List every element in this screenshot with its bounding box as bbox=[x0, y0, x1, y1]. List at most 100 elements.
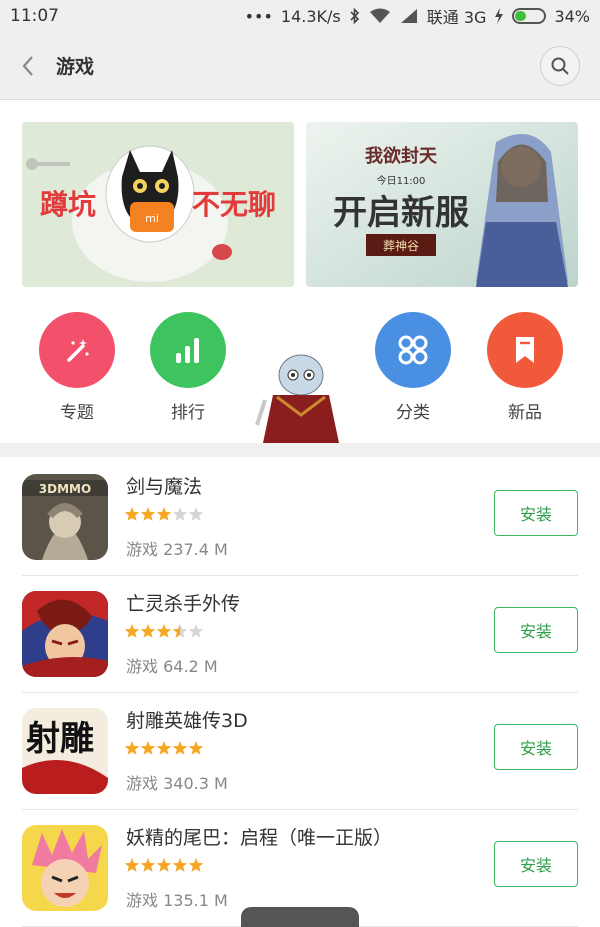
mascot-image bbox=[255, 345, 347, 443]
app-icon bbox=[22, 825, 108, 911]
star-icon bbox=[172, 624, 188, 638]
app-icon bbox=[22, 591, 108, 677]
star-icon bbox=[124, 741, 140, 755]
app-size: 340.3 M bbox=[163, 774, 228, 793]
rating-stars bbox=[124, 857, 204, 873]
wifi-icon bbox=[369, 8, 390, 23]
star-icon bbox=[172, 741, 188, 755]
star-icon bbox=[156, 741, 172, 755]
bar-chart-icon bbox=[176, 338, 199, 363]
app-category: 游戏 bbox=[126, 657, 159, 676]
status-right: ••• 14.3K/s 联通 3G 34% bbox=[245, 4, 590, 28]
shortcut-new[interactable]: 新品 bbox=[485, 312, 565, 423]
star-icon bbox=[188, 858, 204, 872]
app-meta: 游戏 340.3 M bbox=[126, 770, 228, 794]
app-name: 妖精的尾巴：启程（唯一正版） bbox=[126, 827, 393, 849]
star-icon bbox=[188, 741, 204, 755]
magic-wand-icon bbox=[67, 339, 89, 362]
star-icon bbox=[124, 507, 140, 521]
app-icon-text: 射雕 bbox=[26, 719, 94, 759]
status-bar: 11:07 ••• 14.3K/s 联通 3G 34% bbox=[0, 0, 600, 32]
app-list-item[interactable]: 射雕 射雕英雄传3D 游戏 340.3 M 安装 bbox=[22, 694, 578, 810]
promo-banner-2[interactable]: 我欲封天 今日11:00 开启新服 葬神谷 bbox=[306, 122, 578, 287]
search-button[interactable] bbox=[540, 46, 580, 86]
bluetooth-icon bbox=[350, 7, 359, 25]
star-icon bbox=[140, 507, 156, 521]
app-size: 135.1 M bbox=[163, 891, 228, 910]
star-icon bbox=[188, 624, 204, 638]
app-list-item[interactable]: 亡灵杀手外传 游戏 64.2 M 安装 bbox=[22, 577, 578, 693]
app-meta: 游戏 237.4 M bbox=[126, 536, 228, 560]
grid-circles-icon bbox=[398, 335, 428, 365]
app-icon: 射雕 bbox=[22, 708, 108, 794]
app-size: 237.4 M bbox=[163, 540, 228, 559]
star-icon bbox=[172, 507, 188, 521]
shortcut-topics-label: 专题 bbox=[60, 403, 94, 423]
page-title: 游戏 bbox=[56, 56, 95, 78]
back-button[interactable] bbox=[0, 32, 56, 100]
banner-2-server: 葬神谷 bbox=[383, 239, 419, 253]
section-divider bbox=[0, 443, 600, 457]
shortcut-new-label: 新品 bbox=[508, 403, 542, 423]
chevron-left-icon bbox=[22, 55, 33, 76]
shortcut-ranking[interactable]: 排行 bbox=[148, 312, 228, 423]
star-icon bbox=[140, 741, 156, 755]
banner-1-text-right: 不无聊 bbox=[192, 188, 276, 221]
game-logo: 我欲封天 bbox=[365, 145, 438, 167]
banner-2-subtitle: 今日11:00 bbox=[377, 174, 426, 187]
shortcut-categories[interactable]: 分类 bbox=[373, 312, 453, 423]
star-icon bbox=[140, 858, 156, 872]
star-icon bbox=[156, 507, 172, 521]
battery-icon bbox=[512, 8, 547, 24]
star-icon bbox=[188, 507, 204, 521]
bookmark-icon bbox=[516, 337, 534, 363]
install-button[interactable]: 安装 bbox=[494, 607, 578, 653]
star-icon bbox=[172, 858, 188, 872]
shortcut-categories-circle bbox=[375, 312, 451, 388]
promo-banner-1[interactable]: mi 蹲坑 不无聊 bbox=[22, 122, 294, 287]
app-icon: 3DMMO bbox=[22, 474, 108, 560]
install-button[interactable]: 安装 bbox=[494, 490, 578, 536]
bottom-handle[interactable] bbox=[241, 907, 359, 927]
shortcut-categories-label: 分类 bbox=[396, 403, 430, 423]
app-category: 游戏 bbox=[126, 540, 159, 559]
app-name: 射雕英雄传3D bbox=[126, 710, 248, 732]
install-button[interactable]: 安装 bbox=[494, 724, 578, 770]
app-icon-text: 3DMMO bbox=[39, 482, 91, 496]
charging-icon bbox=[495, 8, 504, 24]
banner-1-text-left: 蹲坑 bbox=[40, 188, 96, 221]
shortcut-new-circle bbox=[487, 312, 563, 388]
star-icon bbox=[156, 624, 172, 638]
shortcut-ranking-label: 排行 bbox=[171, 403, 205, 423]
shortcut-topics[interactable]: 专题 bbox=[37, 312, 117, 423]
app-category: 游戏 bbox=[126, 774, 159, 793]
banner-1-art: mi 蹲坑 不无聊 bbox=[22, 122, 294, 287]
mi-logo: mi bbox=[145, 212, 159, 225]
shortcut-ranking-circle bbox=[150, 312, 226, 388]
carrier-label: 联通 3G bbox=[426, 8, 487, 27]
star-icon bbox=[140, 624, 156, 638]
signal-icon bbox=[400, 9, 417, 23]
shortcut-topics-circle bbox=[39, 312, 115, 388]
app-name: 亡灵杀手外传 bbox=[126, 593, 241, 615]
banner-2-art: 我欲封天 今日11:00 开启新服 葬神谷 bbox=[306, 122, 578, 287]
app-category: 游戏 bbox=[126, 891, 159, 910]
app-list-item[interactable]: 3DMMO 剑与魔法 游戏 237.4 M 安装 bbox=[22, 460, 578, 576]
app-size: 64.2 M bbox=[163, 657, 218, 676]
rating-stars bbox=[124, 740, 204, 756]
install-button[interactable]: 安装 bbox=[494, 841, 578, 887]
app-header: 游戏 bbox=[0, 32, 600, 100]
status-time: 11:07 bbox=[10, 6, 59, 26]
app-meta: 游戏 64.2 M bbox=[126, 653, 218, 677]
star-icon bbox=[124, 858, 140, 872]
rating-stars bbox=[124, 506, 204, 522]
status-dots: ••• bbox=[244, 6, 273, 26]
banner-2-headline: 开启新服 bbox=[333, 193, 469, 233]
network-speed: 14.3K/s bbox=[280, 6, 341, 26]
app-meta: 游戏 135.1 M bbox=[126, 887, 228, 911]
rating-stars bbox=[124, 623, 204, 639]
star-icon bbox=[124, 624, 140, 638]
battery-fill bbox=[515, 11, 526, 21]
star-icon bbox=[156, 858, 172, 872]
app-name: 剑与魔法 bbox=[126, 476, 203, 498]
